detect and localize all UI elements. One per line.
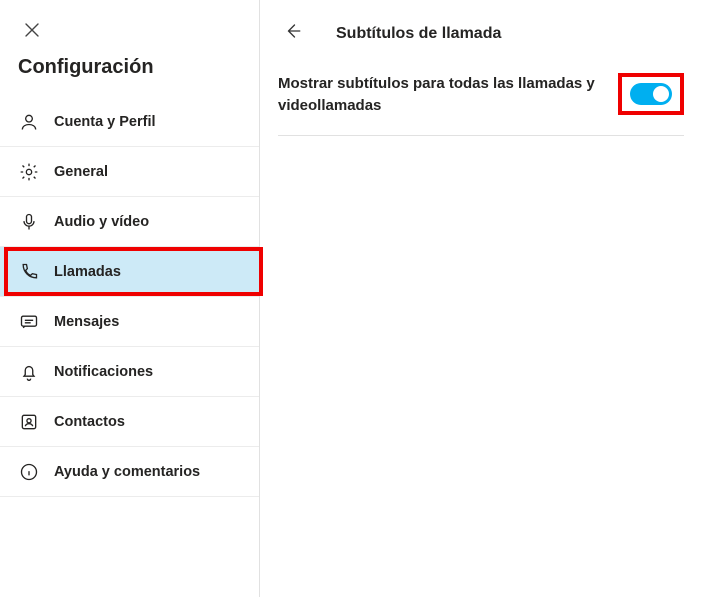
phone-icon (18, 261, 40, 283)
settings-main: Subtítulos de llamada Mostrar subtítulos… (260, 0, 702, 597)
info-icon (18, 461, 40, 483)
sidebar-item-messages[interactable]: Mensajes (0, 297, 259, 347)
sidebar-item-label: Cuenta y Perfil (54, 114, 156, 130)
sidebar-item-calls[interactable]: Llamadas (0, 247, 259, 297)
person-icon (18, 111, 40, 133)
sidebar-item-label: Contactos (54, 414, 125, 430)
sidebar-item-help[interactable]: Ayuda y comentarios (0, 447, 259, 497)
close-icon[interactable] (24, 22, 259, 38)
contacts-icon (18, 411, 40, 433)
settings-sidebar: Configuración Cuenta y Perfil General Au… (0, 0, 260, 597)
gear-icon (18, 161, 40, 183)
sidebar-item-label: Notificaciones (54, 364, 153, 380)
subtitles-toggle[interactable] (630, 83, 672, 105)
page-title: Subtítulos de llamada (336, 25, 501, 43)
sidebar-item-label: General (54, 164, 108, 180)
sidebar-list: Cuenta y Perfil General Audio y vídeo Ll… (0, 97, 259, 497)
sidebar-item-account[interactable]: Cuenta y Perfil (0, 97, 259, 147)
sidebar-title: Configuración (0, 48, 259, 97)
message-icon (18, 311, 40, 333)
setting-label: Mostrar subtítulos para todas las llamad… (278, 73, 606, 117)
sidebar-item-general[interactable]: General (0, 147, 259, 197)
sidebar-item-label: Audio y vídeo (54, 214, 149, 230)
sidebar-item-notifications[interactable]: Notificaciones (0, 347, 259, 397)
sidebar-item-label: Llamadas (54, 264, 121, 280)
microphone-icon (18, 211, 40, 233)
sidebar-item-label: Ayuda y comentarios (54, 464, 200, 480)
bell-icon (18, 361, 40, 383)
toggle-highlight (618, 73, 684, 115)
sidebar-item-label: Mensajes (54, 314, 119, 330)
sidebar-item-audio-video[interactable]: Audio y vídeo (0, 197, 259, 247)
sidebar-item-contacts[interactable]: Contactos (0, 397, 259, 447)
setting-row-subtitles: Mostrar subtítulos para todas las llamad… (278, 73, 684, 136)
back-icon[interactable] (278, 18, 308, 49)
